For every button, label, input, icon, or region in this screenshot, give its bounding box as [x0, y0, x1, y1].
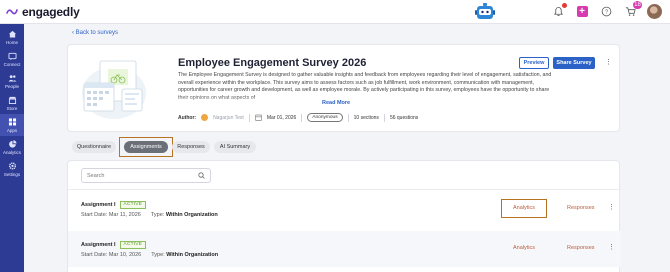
divider [248, 113, 250, 122]
notification-count-badge: 18 [633, 0, 642, 9]
analytics-link[interactable]: Analytics [513, 245, 535, 251]
assignment-meta: Start Date: Mar 10, 2026 Type: Within Or… [81, 252, 218, 258]
logo-text: engagedly [22, 5, 80, 19]
sidebar-item-label: Home [5, 39, 18, 45]
survey-date: Mar 01, 2026 [266, 114, 297, 121]
sidebar-item-label: Connect [3, 61, 21, 67]
calendar-icon [254, 114, 262, 121]
visibility-chip: Anonymous [307, 113, 343, 122]
assignment-row[interactable]: Assignment I ACTIVE Start Date: Mar 10, … [68, 231, 621, 267]
share-survey-button[interactable]: Share Survey [553, 57, 595, 69]
type-value: Within Organization [165, 212, 218, 218]
search-input[interactable] [87, 172, 187, 180]
start-date-value: Mar 10, 2026 [108, 252, 142, 258]
read-more-link[interactable]: Read More [322, 100, 350, 106]
survey-meta: Author: Nagarjun Test Mar 01, 2026 Anony… [178, 113, 418, 122]
back-to-surveys-link[interactable]: ‹ Back to surveys [72, 30, 118, 36]
sidebar-item-label: Analytics [2, 149, 21, 155]
assignment-meta: Start Date: Mar 11, 2026 Type: Within Or… [81, 212, 218, 218]
divider [347, 113, 349, 122]
people-icon [8, 74, 16, 82]
sections-count: 10 sections [353, 114, 379, 121]
divider [301, 113, 303, 122]
assignment-row[interactable]: Assignment I ACTIVE Start Date: Mar 11, … [68, 191, 621, 227]
survey-summary-card: Employee Engagement Survey 2026 The Empl… [67, 44, 620, 132]
help-icon[interactable]: ? [599, 5, 613, 19]
logo-mark-icon [6, 9, 18, 15]
top-actions: + ? 18 [551, 0, 662, 19]
divider [68, 189, 621, 190]
status-badge: ACTIVE [119, 201, 147, 209]
type-value: Within Organization [166, 252, 219, 258]
start-date-label: Start Date: [81, 252, 108, 258]
search-icon [198, 172, 205, 179]
notification-dot [562, 2, 567, 8]
description-fade [178, 95, 556, 107]
top-bar: engagedly + ? 18 [0, 0, 670, 24]
responses-link[interactable]: Responses [567, 205, 595, 211]
survey-illustration-icon [82, 60, 146, 119]
start-date-label: Start Date: [81, 212, 108, 218]
plus-icon: + [576, 6, 588, 17]
assignment-title: Assignment I ACTIVE [81, 241, 147, 249]
back-link-label: Back to surveys [75, 30, 119, 36]
row-more-options-icon[interactable]: ⋮ [608, 204, 615, 211]
tab-highlight-box [119, 137, 173, 157]
sidebar-item-connect[interactable]: Connect [0, 48, 24, 70]
assignment-title: Assignment I ACTIVE [81, 201, 147, 209]
sidebar-item-label: Settings [3, 171, 21, 177]
tab-responses[interactable]: Responses [172, 141, 210, 153]
survey-title: Employee Engagement Survey 2026 [178, 57, 367, 69]
svg-text:?: ? [604, 10, 607, 16]
add-button[interactable]: + [575, 5, 589, 19]
preview-button[interactable]: Preview [519, 57, 549, 69]
type-label: Type: [150, 212, 165, 218]
start-date-value: Mar 11, 2026 [108, 212, 141, 218]
divider [383, 113, 385, 122]
status-badge: ACTIVE [119, 241, 147, 249]
sidebar-item-people[interactable]: People [0, 70, 24, 92]
questions-count: 56 questions [389, 114, 419, 121]
logo[interactable]: engagedly [6, 5, 80, 19]
assignments-panel: Assignment I ACTIVE Start Date: Mar 11, … [67, 160, 621, 272]
mascot-icon [475, 3, 495, 19]
store-icon [8, 96, 16, 104]
home-icon [8, 30, 16, 38]
sidebar-item-label: People [4, 83, 19, 89]
author-label: Author: [178, 114, 197, 121]
apps-icon [8, 117, 16, 125]
notifications-bell-icon[interactable] [551, 2, 567, 19]
tab-ai-summary[interactable]: AI Summary [214, 141, 256, 153]
sidebar-item-label: Store [6, 105, 18, 111]
sidebar-item-settings[interactable]: Settings [0, 158, 24, 180]
sidebar: Home Connect People Store Apps Analytics… [0, 24, 24, 272]
survey-more-options-icon[interactable]: ⋮ [605, 59, 612, 66]
responses-link[interactable]: Responses [567, 245, 595, 251]
analytics-highlight-box [501, 199, 547, 218]
sidebar-item-apps[interactable]: Apps [0, 114, 24, 136]
connect-icon [8, 52, 16, 60]
type-label: Type: [151, 252, 165, 258]
settings-icon [8, 161, 16, 170]
assignment-name: Assignment I [81, 242, 116, 248]
search-box[interactable] [81, 168, 211, 183]
sidebar-item-label: Apps [6, 127, 18, 133]
author-avatar [201, 114, 209, 121]
sidebar-item-analytics[interactable]: Analytics [0, 136, 24, 158]
tab-questionnaire[interactable]: Questionnaire [72, 141, 116, 153]
author-name: Nagarjun Test [213, 114, 244, 121]
sidebar-item-store[interactable]: Store [0, 92, 24, 114]
analytics-icon [8, 139, 17, 148]
sidebar-item-home[interactable]: Home [0, 26, 24, 48]
row-more-options-icon[interactable]: ⋮ [608, 244, 615, 251]
cart-icon[interactable]: 18 [623, 0, 642, 19]
user-avatar[interactable] [647, 4, 662, 19]
assignment-name: Assignment I [81, 202, 116, 208]
